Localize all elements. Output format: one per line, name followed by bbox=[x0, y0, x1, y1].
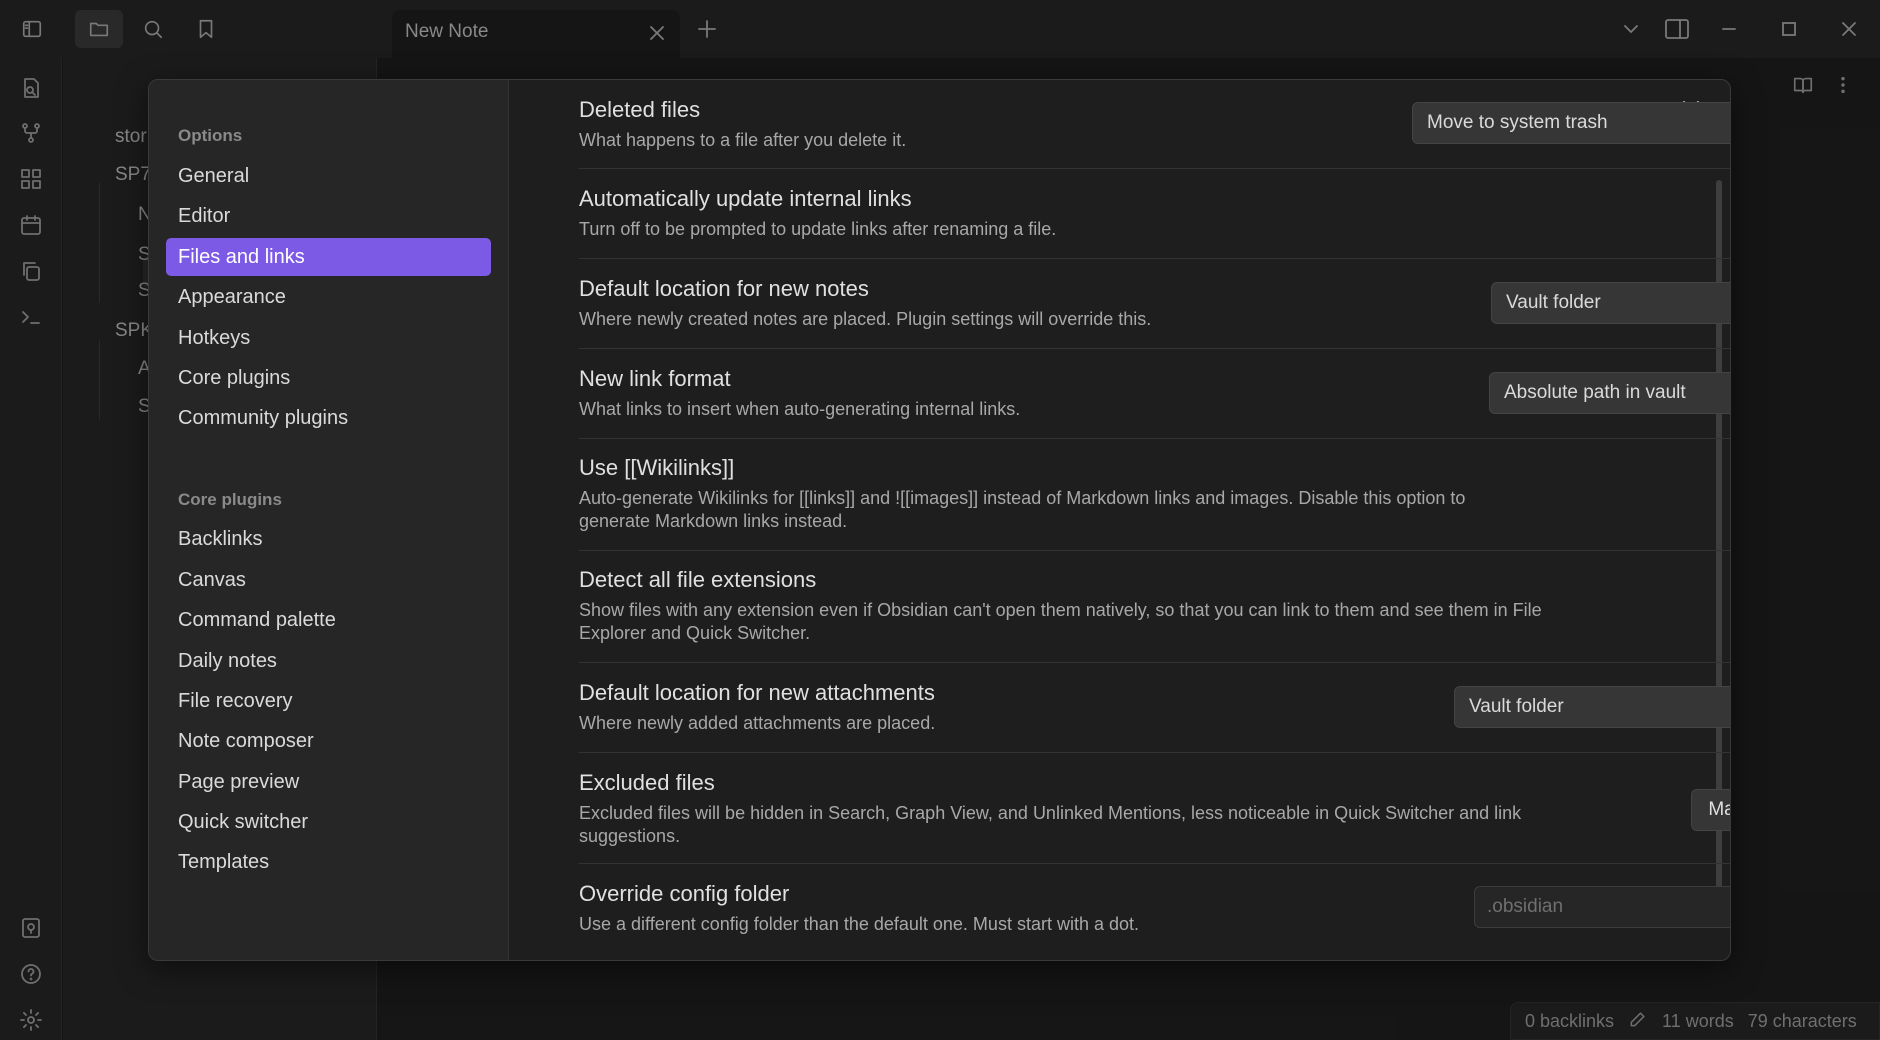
nav-item-canvas[interactable]: Canvas bbox=[166, 561, 491, 599]
nav-item-hotkeys[interactable]: Hotkeys bbox=[166, 319, 491, 357]
dropdown-value: Move to system trash bbox=[1427, 112, 1608, 133]
setting-name: Automatically update internal links bbox=[579, 186, 912, 211]
setting-name: Override config folder bbox=[579, 881, 790, 906]
manage-button[interactable]: Manage bbox=[1691, 789, 1730, 831]
nav-item-daily-notes[interactable]: Daily notes bbox=[166, 642, 491, 680]
deleted-files-dropdown[interactable]: Move to system trash bbox=[1412, 102, 1730, 144]
setting-description: Excluded files will be hidden in Search,… bbox=[579, 803, 1522, 846]
nav-item-page-preview[interactable]: Page preview bbox=[166, 763, 491, 801]
setting-detect-extensions: Detect all file extensions Show files wi… bbox=[579, 551, 1730, 663]
nav-item-file-recovery[interactable]: File recovery bbox=[166, 682, 491, 720]
setting-name: Default location for new attachments bbox=[579, 680, 935, 705]
setting-description: Show files with any extension even if Ob… bbox=[579, 600, 1542, 643]
nav-item-appearance[interactable]: Appearance bbox=[166, 278, 491, 316]
nav-heading-core-plugins: Core plugins bbox=[178, 490, 282, 509]
new-notes-location-dropdown[interactable]: Vault folder bbox=[1491, 282, 1730, 324]
setting-description: Where newly added attachments are placed… bbox=[579, 713, 936, 733]
setting-new-notes-location: Default location for new notes Where new… bbox=[579, 259, 1730, 349]
nav-item-templates[interactable]: Templates bbox=[166, 843, 491, 881]
setting-description: Where newly created notes are placed. Pl… bbox=[579, 309, 1152, 329]
setting-deleted-files: Deleted files What happens to a file aft… bbox=[579, 80, 1730, 169]
setting-auto-update-links: Automatically update internal links Turn… bbox=[579, 169, 1730, 259]
nav-item-general[interactable]: General bbox=[166, 157, 491, 195]
nav-item-community-plugins[interactable]: Community plugins bbox=[166, 399, 491, 437]
setting-description: What happens to a file after you delete … bbox=[579, 130, 907, 150]
setting-description: Auto-generate Wikilinks for [[links]] an… bbox=[579, 488, 1466, 531]
nav-heading-options: Options bbox=[178, 126, 243, 145]
settings-modal: Options General Editor Files and links A… bbox=[148, 79, 1731, 961]
setting-name: Use [[Wikilinks]] bbox=[579, 455, 735, 480]
settings-content: Deleted files What happens to a file aft… bbox=[579, 80, 1730, 960]
setting-name: Deleted files bbox=[579, 97, 701, 122]
new-link-format-dropdown[interactable]: Absolute path in vault bbox=[1489, 372, 1730, 414]
setting-name: New link format bbox=[579, 366, 731, 391]
dropdown-value: Vault folder bbox=[1506, 292, 1601, 313]
settings-nav: Options General Editor Files and links A… bbox=[149, 80, 509, 960]
setting-description: What links to insert when auto-generatin… bbox=[579, 399, 1021, 419]
dropdown-value: Vault folder bbox=[1469, 696, 1564, 717]
nav-item-files-and-links[interactable]: Files and links bbox=[166, 238, 491, 276]
setting-name: Default location for new notes bbox=[579, 276, 869, 301]
nav-item-core-plugins[interactable]: Core plugins bbox=[166, 359, 491, 397]
nav-item-editor[interactable]: Editor bbox=[166, 197, 491, 235]
config-folder-input[interactable] bbox=[1474, 886, 1730, 928]
setting-attachments-location: Default location for new attachments Whe… bbox=[579, 663, 1730, 753]
setting-use-wikilinks: Use [[Wikilinks]] Auto-generate Wikilink… bbox=[579, 439, 1730, 551]
dropdown-value: Absolute path in vault bbox=[1504, 382, 1686, 403]
setting-name: Excluded files bbox=[579, 770, 715, 795]
nav-item-command-palette[interactable]: Command palette bbox=[166, 601, 491, 639]
setting-override-config-folder: Override config folder Use a different c… bbox=[579, 864, 1730, 960]
setting-new-link-format: New link format What links to insert whe… bbox=[579, 349, 1730, 439]
setting-description: Turn off to be prompted to update links … bbox=[579, 219, 1057, 239]
attachments-location-dropdown[interactable]: Vault folder bbox=[1454, 686, 1730, 728]
nav-item-backlinks[interactable]: Backlinks bbox=[166, 520, 491, 558]
setting-description: Use a different config folder than the d… bbox=[579, 914, 1139, 934]
nav-item-quick-switcher[interactable]: Quick switcher bbox=[166, 803, 491, 841]
nav-item-note-composer[interactable]: Note composer bbox=[166, 722, 491, 760]
setting-name: Detect all file extensions bbox=[579, 567, 817, 592]
setting-excluded-files: Excluded files Excluded files will be hi… bbox=[579, 753, 1730, 864]
